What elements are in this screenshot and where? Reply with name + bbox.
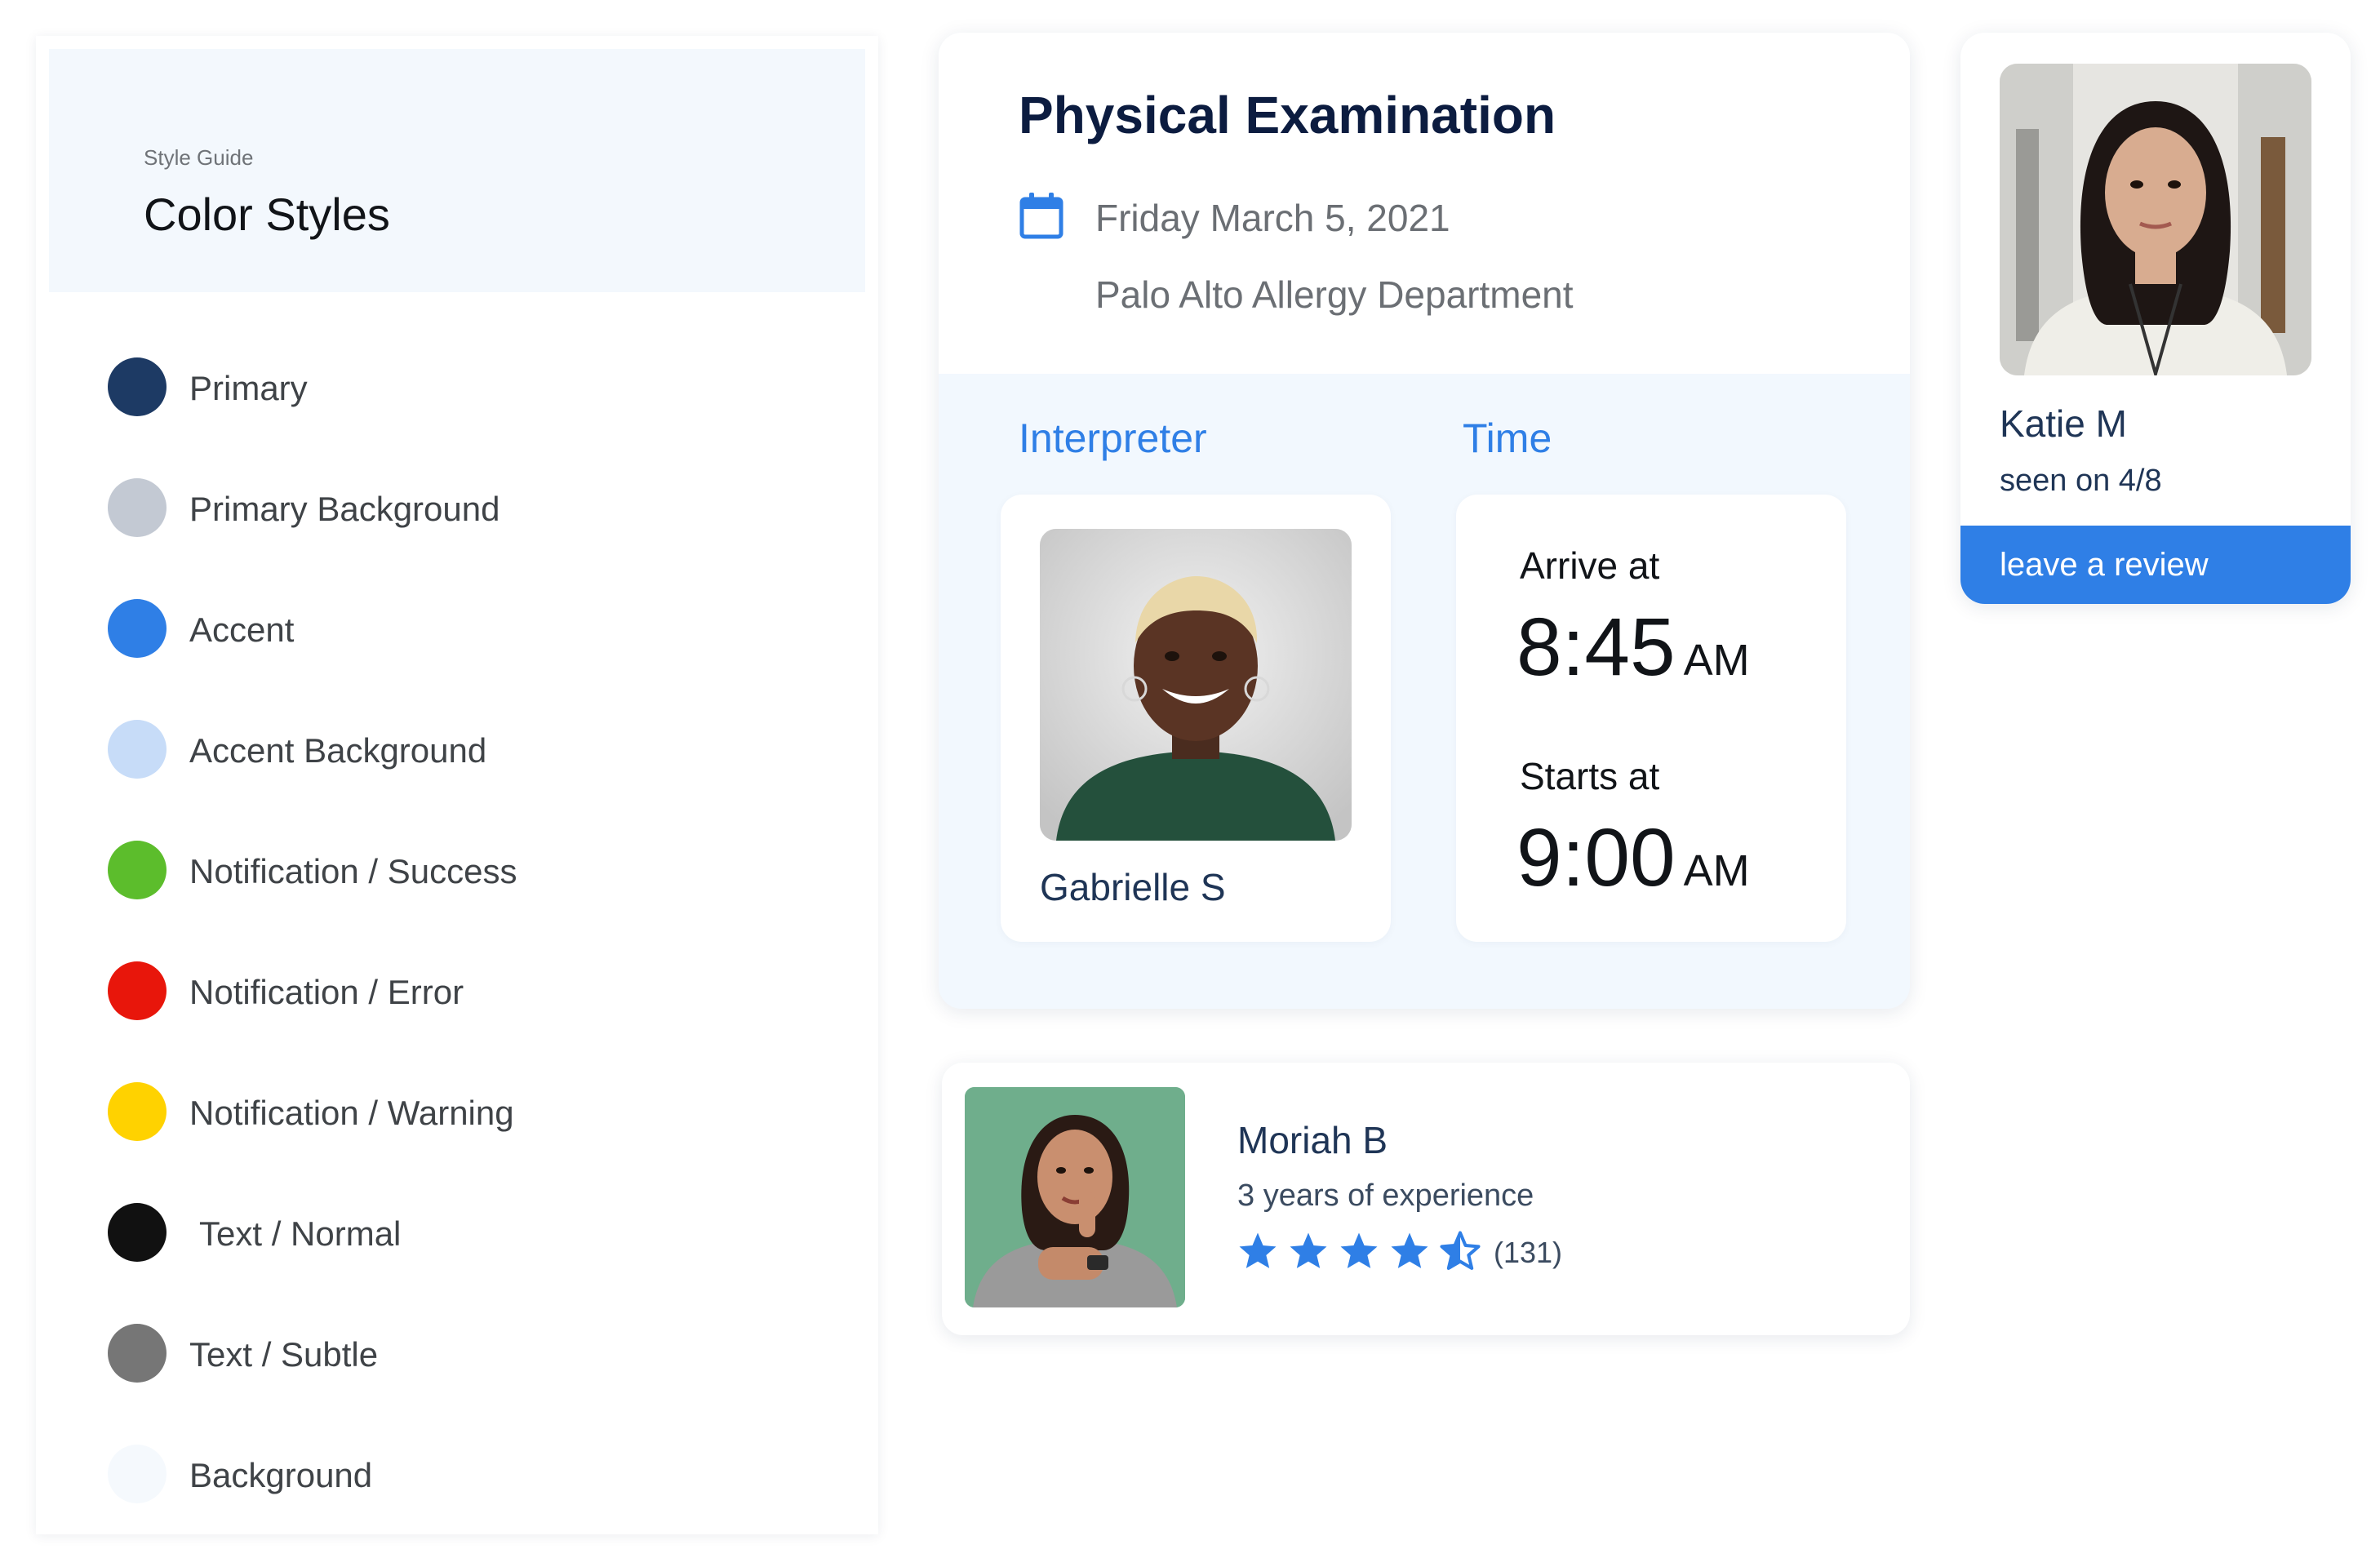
interpreter-name: Gabrielle S	[1040, 866, 1226, 908]
interpreter-card[interactable]: Gabrielle S	[1001, 495, 1391, 942]
swatch-text-subtle: Text / Subtle	[108, 1321, 842, 1386]
appointment-title: Physical Examination	[1019, 86, 1556, 144]
star-icon	[1391, 1232, 1428, 1268]
appointment-header: Physical Examination Friday March 5, 202…	[939, 33, 1910, 374]
appointment-date: Friday March 5, 2021	[1095, 197, 1450, 239]
provider-seen-date: seen on 4/8	[2000, 464, 2162, 498]
arrive-time: 8:45 AM	[1516, 601, 1750, 695]
swatch-accent: Accent	[108, 596, 842, 661]
swatch-accent-background: Accent Background	[108, 717, 842, 782]
star-icon	[1290, 1232, 1327, 1268]
style-guide-header: Style Guide Color Styles	[49, 49, 865, 292]
appointment-department: Palo Alto Allergy Department	[1095, 273, 1574, 316]
interpreter-section-label: Interpreter	[1019, 415, 1207, 461]
start-time: 9:00 AM	[1516, 811, 1750, 905]
swatch-background: Background	[108, 1441, 842, 1507]
start-caption: Starts at	[1520, 755, 1660, 797]
interpreter-profile-experience: 3 years of experience	[1237, 1179, 1534, 1213]
start-time-ampm: AM	[1683, 846, 1750, 895]
star-icon	[1340, 1232, 1378, 1268]
star-half-icon	[1440, 1231, 1481, 1270]
swatch-success: Notification / Success	[108, 837, 842, 903]
swatch-label: Background	[189, 1456, 373, 1494]
interpreter-avatar	[1040, 529, 1352, 841]
swatch-label: Primary Background	[189, 490, 500, 528]
provider-avatar	[2000, 64, 2311, 375]
swatch-dot	[108, 1445, 167, 1503]
style-guide-eyebrow: Style Guide	[144, 145, 254, 170]
time-section-label: Time	[1463, 415, 1552, 461]
interpreter-profile-name: Moriah B	[1237, 1119, 1388, 1161]
swatch-dot	[108, 599, 167, 658]
review-count: (131)	[1494, 1236, 1563, 1269]
swatch-label: Accent	[189, 610, 295, 649]
swatch-dot	[108, 1324, 167, 1383]
swatch-dot	[108, 1203, 167, 1262]
arrive-time-value: 8:45	[1516, 601, 1676, 693]
interpreter-profile-card[interactable]: Moriah B 3 years of experience (131)	[942, 1063, 1910, 1335]
swatch-label: Primary	[189, 369, 308, 407]
provider-card: Katie M seen on 4/8 leave a review	[1960, 33, 2351, 604]
arrive-caption: Arrive at	[1520, 544, 1660, 587]
swatch-dot	[108, 841, 167, 899]
swatch-label: Accent Background	[189, 731, 487, 770]
leave-review-button[interactable]: leave a review	[1960, 526, 2351, 604]
swatch-warning: Notification / Warning	[108, 1079, 842, 1144]
swatch-dot	[108, 478, 167, 537]
swatch-primary: Primary	[108, 354, 842, 419]
swatch-primary-background: Primary Background	[108, 475, 842, 540]
provider-name: Katie M	[2000, 402, 2127, 445]
star-icon	[1239, 1232, 1277, 1268]
start-time-value: 9:00	[1516, 812, 1676, 903]
time-card: Arrive at 8:45 AM Starts at 9:00 AM	[1456, 495, 1846, 942]
appointment-card: Physical Examination Friday March 5, 202…	[939, 33, 1910, 1009]
swatch-label: Text / Subtle	[189, 1335, 379, 1374]
swatch-dot	[108, 1082, 167, 1141]
swatch-error: Notification / Error	[108, 958, 842, 1023]
interpreter-profile-avatar	[965, 1087, 1185, 1307]
arrive-time-ampm: AM	[1683, 636, 1750, 685]
style-guide-title: Color Styles	[144, 189, 390, 240]
swatch-text-normal: Text / Normal	[108, 1200, 842, 1265]
swatch-dot	[108, 961, 167, 1020]
swatch-label: Text / Normal	[199, 1214, 402, 1253]
swatch-dot	[108, 720, 167, 779]
calendar-icon	[1019, 193, 1063, 239]
swatch-label: Notification / Success	[189, 852, 517, 890]
swatch-label: Notification / Error	[189, 973, 464, 1011]
swatch-label: Notification / Warning	[189, 1094, 514, 1132]
style-guide-panel: Style Guide Color Styles Primary Primary…	[36, 36, 878, 1534]
swatch-dot	[108, 357, 167, 416]
